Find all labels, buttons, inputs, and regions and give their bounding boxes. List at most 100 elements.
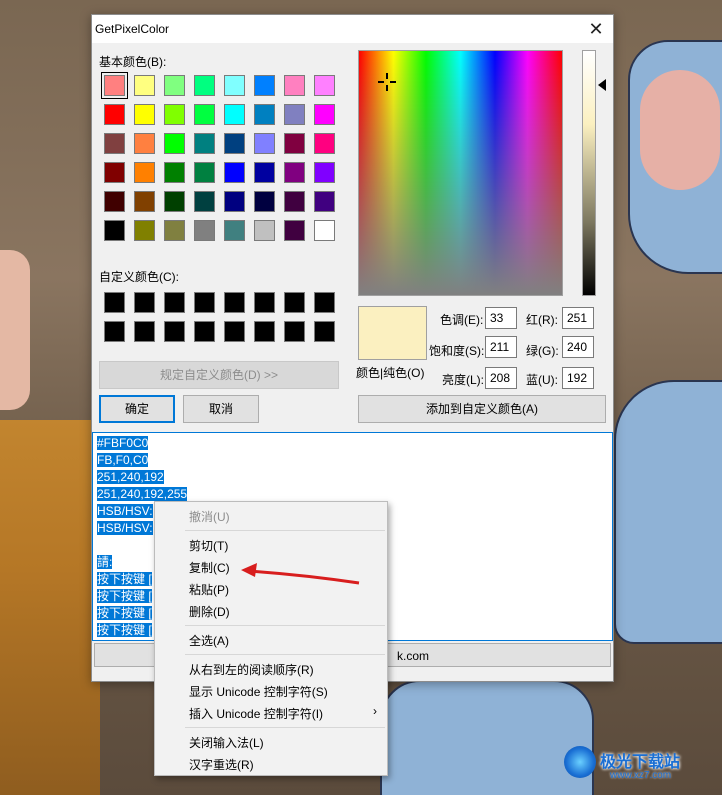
- output-line-text: #FBF0C0: [97, 436, 149, 450]
- basic-color-swatch[interactable]: [254, 104, 275, 125]
- basic-color-swatch[interactable]: [134, 75, 155, 96]
- menu-item-delete[interactable]: 删除(D): [155, 599, 387, 621]
- basic-color-swatch[interactable]: [104, 220, 125, 241]
- red-label: 红(R):: [526, 313, 558, 327]
- output-line: 251,240,192,255: [97, 486, 188, 502]
- preview-label: 颜色|纯色(O): [356, 366, 425, 380]
- custom-color-swatch[interactable]: [224, 321, 245, 342]
- basic-color-swatch[interactable]: [194, 220, 215, 241]
- red-input[interactable]: 251: [562, 307, 594, 329]
- chevron-right-icon: ›: [373, 704, 377, 718]
- basic-color-swatch[interactable]: [104, 162, 125, 183]
- basic-color-swatch[interactable]: [314, 133, 335, 154]
- custom-color-swatch[interactable]: [284, 321, 305, 342]
- custom-color-swatch[interactable]: [104, 321, 125, 342]
- basic-color-swatch[interactable]: [194, 191, 215, 212]
- basic-color-swatch[interactable]: [314, 162, 335, 183]
- menu-item-insert-unicode[interactable]: 插入 Unicode 控制字符(I) ›: [155, 701, 387, 723]
- close-icon[interactable]: ✕: [579, 15, 613, 43]
- basic-color-swatch[interactable]: [104, 133, 125, 154]
- basic-color-swatch[interactable]: [224, 162, 245, 183]
- basic-color-swatch[interactable]: [254, 162, 275, 183]
- basic-color-swatch[interactable]: [224, 104, 245, 125]
- basic-color-swatch[interactable]: [194, 133, 215, 154]
- basic-color-swatch[interactable]: [134, 133, 155, 154]
- menu-item-label: 显示 Unicode 控制字符(S): [189, 685, 328, 699]
- custom-color-swatch[interactable]: [104, 292, 125, 313]
- basic-color-swatch[interactable]: [314, 75, 335, 96]
- basic-color-swatch[interactable]: [254, 220, 275, 241]
- menu-item-rtl[interactable]: 从右到左的阅读顺序(R): [155, 657, 387, 679]
- basic-color-swatch[interactable]: [164, 104, 185, 125]
- custom-color-swatch[interactable]: [314, 292, 335, 313]
- menu-item-undo[interactable]: 撤消(U): [155, 504, 387, 526]
- luminosity-slider[interactable]: [582, 50, 596, 296]
- custom-color-swatch[interactable]: [194, 321, 215, 342]
- basic-color-swatch[interactable]: [104, 191, 125, 212]
- menu-item-select-all[interactable]: 全选(A): [155, 628, 387, 650]
- custom-color-swatch[interactable]: [254, 292, 275, 313]
- menu-item-label: 剪切(T): [189, 539, 229, 553]
- custom-color-swatch[interactable]: [134, 321, 155, 342]
- custom-color-swatch[interactable]: [134, 292, 155, 313]
- basic-color-swatch[interactable]: [284, 104, 305, 125]
- basic-color-swatch[interactable]: [134, 191, 155, 212]
- custom-color-swatch[interactable]: [254, 321, 275, 342]
- basic-color-swatch[interactable]: [254, 133, 275, 154]
- basic-color-swatch[interactable]: [224, 220, 245, 241]
- custom-color-swatch[interactable]: [314, 321, 335, 342]
- basic-color-swatch[interactable]: [194, 162, 215, 183]
- basic-color-swatch[interactable]: [284, 162, 305, 183]
- define-custom-colors-button[interactable]: 规定自定义颜色(D) >>: [99, 361, 339, 389]
- custom-color-swatch[interactable]: [224, 292, 245, 313]
- basic-color-swatch[interactable]: [284, 75, 305, 96]
- basic-color-swatch[interactable]: [134, 162, 155, 183]
- menu-item-reconvert[interactable]: 汉字重选(R): [155, 752, 387, 774]
- basic-color-swatch[interactable]: [134, 104, 155, 125]
- basic-color-swatch[interactable]: [164, 162, 185, 183]
- menu-item-label: 全选(A): [189, 634, 229, 648]
- basic-color-swatch[interactable]: [284, 220, 305, 241]
- basic-color-swatch[interactable]: [284, 191, 305, 212]
- luminance-input[interactable]: 208: [485, 367, 517, 389]
- basic-color-swatch[interactable]: [254, 75, 275, 96]
- custom-color-swatch[interactable]: [284, 292, 305, 313]
- green-input[interactable]: 240: [562, 336, 594, 358]
- basic-color-swatch[interactable]: [164, 220, 185, 241]
- basic-color-swatch[interactable]: [284, 133, 305, 154]
- menu-item-close-ime[interactable]: 关闭输入法(L): [155, 730, 387, 752]
- custom-color-swatch[interactable]: [164, 321, 185, 342]
- basic-color-swatch[interactable]: [164, 191, 185, 212]
- background-character-ear: [640, 70, 720, 190]
- basic-color-swatch[interactable]: [104, 104, 125, 125]
- basic-color-swatch[interactable]: [224, 75, 245, 96]
- menu-item-cut[interactable]: 剪切(T): [155, 533, 387, 555]
- slider-arrow-icon[interactable]: [598, 79, 606, 91]
- menu-item-label: 粘贴(P): [189, 583, 229, 597]
- add-to-custom-colors-button[interactable]: 添加到自定义颜色(A): [358, 395, 606, 423]
- custom-color-swatch[interactable]: [164, 292, 185, 313]
- basic-color-swatch[interactable]: [254, 191, 275, 212]
- basic-color-swatch[interactable]: [314, 220, 335, 241]
- output-line-text: 按下按键 [: [97, 623, 152, 637]
- menu-item-show-unicode[interactable]: 显示 Unicode 控制字符(S): [155, 679, 387, 701]
- basic-color-swatch[interactable]: [194, 104, 215, 125]
- basic-color-swatch[interactable]: [224, 191, 245, 212]
- basic-color-swatch[interactable]: [314, 104, 335, 125]
- basic-color-swatch[interactable]: [224, 133, 245, 154]
- watermark-url: www.xz7.com: [610, 770, 672, 781]
- cancel-button[interactable]: 取消: [183, 395, 259, 423]
- saturation-input[interactable]: 211: [485, 336, 517, 358]
- basic-color-swatch[interactable]: [101, 72, 128, 99]
- hue-input[interactable]: 33: [485, 307, 517, 329]
- menu-item-label: 撤消(U): [189, 510, 230, 524]
- basic-color-swatch[interactable]: [164, 75, 185, 96]
- custom-color-swatch[interactable]: [194, 292, 215, 313]
- basic-color-swatch[interactable]: [164, 133, 185, 154]
- crosshair-icon[interactable]: [378, 73, 396, 91]
- basic-color-swatch[interactable]: [194, 75, 215, 96]
- blue-input[interactable]: 192: [562, 367, 594, 389]
- basic-color-swatch[interactable]: [134, 220, 155, 241]
- ok-button[interactable]: 确定: [99, 395, 175, 423]
- basic-color-swatch[interactable]: [314, 191, 335, 212]
